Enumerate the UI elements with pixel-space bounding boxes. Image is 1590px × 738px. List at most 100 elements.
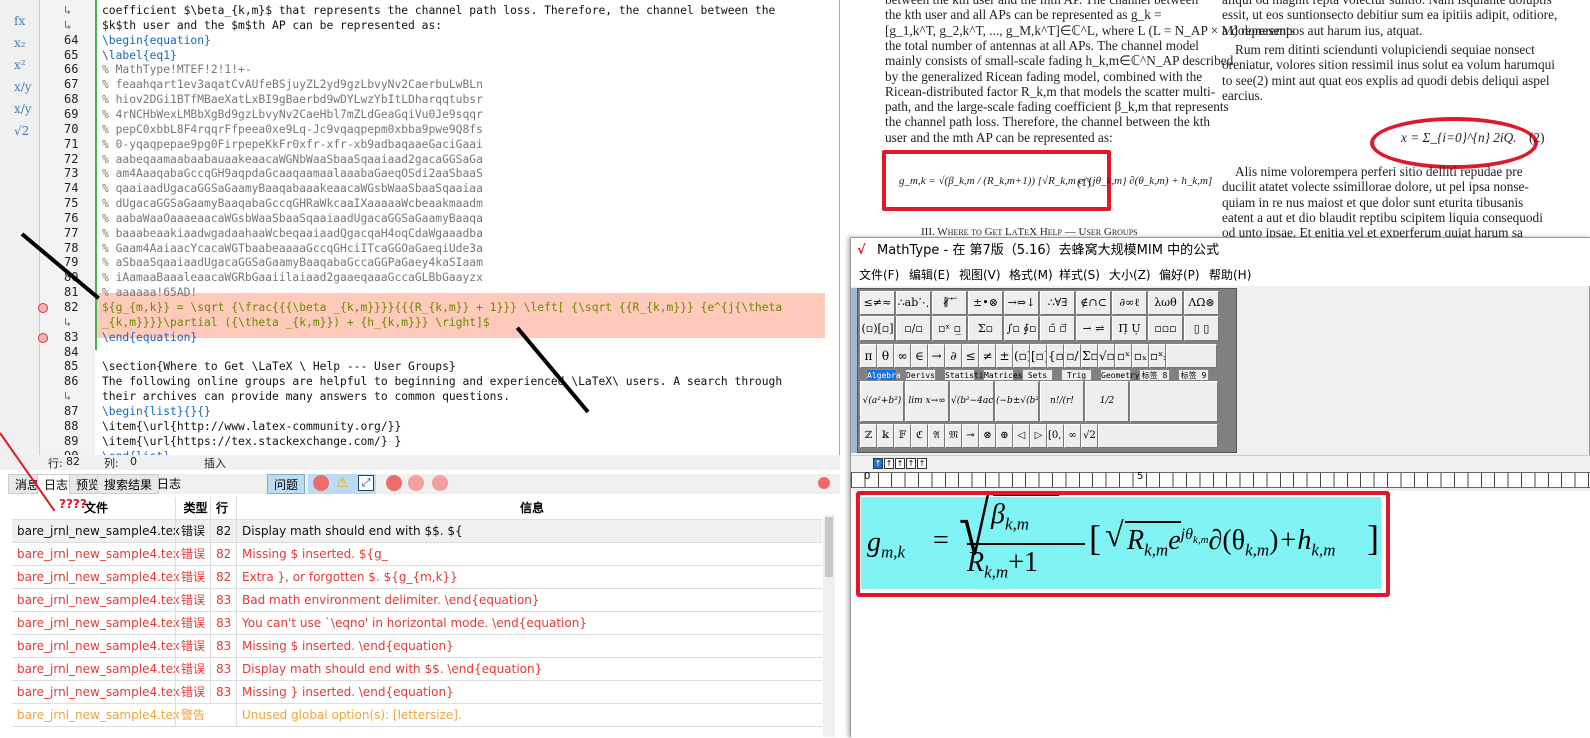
code-line[interactable]: % MathType!MTEF!2!1!+- [102, 62, 252, 77]
palette-button[interactable]: ∞ [894, 344, 911, 368]
code-line[interactable]: coefficient $\beta_{k,m}$ that represent… [102, 3, 775, 18]
palette-button[interactable]: ± [996, 344, 1013, 368]
alignment-button[interactable]: ↑ [895, 458, 905, 469]
col-type[interactable]: 类型 [175, 497, 210, 520]
template-button[interactable]: √(a²+b²) [860, 381, 904, 422]
palette-button[interactable]: (▫)[▫] [860, 316, 895, 341]
palette-button[interactable]: ℭ [911, 424, 928, 448]
code-line[interactable]: % feaahqart1ev3aqatCvAUfeBSjuyZL2yd9gzLb… [102, 77, 483, 92]
close-panel-icon[interactable] [818, 477, 830, 489]
palette-button[interactable]: ℤ [860, 424, 877, 448]
alignment-button[interactable]: ↑ [873, 458, 883, 469]
warnings-filter-icon[interactable]: ⚠ [336, 475, 352, 491]
table-row[interactable]: bare_jrnl_new_sample4.tex 错误 82 Display mat… [12, 520, 822, 543]
code-line[interactable]: \label{eq1} [102, 48, 177, 63]
palette-tab-trig[interactable]: Trig [1061, 369, 1092, 380]
code-line[interactable]: % am4AaaqabaGccqGH9aqpdaGcaaqaamaalaaaba… [102, 166, 483, 181]
code-line[interactable]: \begin{equation} [102, 33, 211, 48]
palette-tab-matrices[interactable]: Matrices [983, 369, 1023, 380]
code-line[interactable]: _{k,m}}}}\partial ({\theta _{k,m}}) + {h… [102, 315, 490, 330]
tab-search-results[interactable]: 搜索结果 [97, 474, 160, 494]
palette-button[interactable]: ▫▫▫ ▦ [1148, 316, 1183, 341]
code-text[interactable]: coefficient $\beta_{k,m}$ that represent… [102, 0, 832, 455]
log-button[interactable]: 日志 [151, 474, 187, 494]
palette-button[interactable]: ∂∞ℓ [1112, 291, 1147, 315]
code-line[interactable]: % aaaaaa!65AD! [102, 285, 197, 300]
palette-button[interactable]: 𝔐 [945, 424, 962, 448]
palette-button[interactable]: ⇀ ⇌ [1076, 316, 1111, 341]
palette-button[interactable]: ⊕ [996, 424, 1013, 448]
remove-all-icon[interactable] [432, 475, 448, 491]
palette-button[interactable]: ▫ˣ ▫̲ [932, 316, 967, 341]
menu-item[interactable]: 偏好(P) [1159, 264, 1200, 286]
code-line[interactable]: their archives can provide many answers … [102, 389, 510, 404]
palette-button[interactable]: ∂ [945, 344, 962, 368]
expand-icon[interactable]: ⤢ [358, 475, 374, 491]
palette-button[interactable]: ∉∩⊂ [1076, 291, 1111, 315]
table-row[interactable]: bare_jrnl_new_sample4.tex 警告 Unused global… [12, 704, 822, 727]
code-line[interactable]: \end{equation} [102, 330, 197, 345]
palette-button[interactable]: 𝕜 [877, 424, 894, 448]
table-row[interactable]: bare_jrnl_new_sample4.tex 错误 82 Extra }, or… [12, 566, 822, 589]
table-row[interactable]: bare_jrnl_new_sample4.tex 错误 83 Missing $ i… [12, 635, 822, 658]
palette-button[interactable]: ◁ [1013, 424, 1030, 448]
code-line[interactable]: % pepC0xbbL8F4rqqrFfpeea0xe9Lq-Jc9vqaqpe… [102, 122, 483, 137]
code-line[interactable]: % aSbaaSqaaiaadUgacaGGSaGaamyBaaqabaGcca… [102, 255, 483, 270]
errors-filter-icon[interactable] [313, 475, 329, 491]
table-row[interactable]: bare_jrnl_new_sample4.tex 错误 83 Display mat… [12, 658, 822, 681]
code-line[interactable]: % aabeqaamaabaabauaakeaacaWGNbWaaSbaaSqa… [102, 152, 483, 167]
palette-button[interactable]: 𝔄 [928, 424, 945, 448]
code-line[interactable]: \begin{list}{}{} [102, 404, 211, 419]
menu-item[interactable]: 文件(F) [859, 264, 899, 286]
code-line[interactable]: % iAamaaBaaaleaacaWGRbGaaiilaiaad2gaaeqa… [102, 270, 483, 285]
table-row[interactable]: bare_jrnl_new_sample4.tex 错误 83 Bad math en… [12, 589, 822, 612]
error-marker-icon[interactable] [38, 332, 48, 343]
error-marker-icon[interactable] [38, 303, 48, 313]
palette-button[interactable]: λωθ [1148, 291, 1183, 315]
palette-tab-sets[interactable]: Sets [1022, 369, 1053, 380]
clear-errors-icon[interactable] [386, 475, 402, 491]
code-line[interactable]: % qaaiaadUgacaGGSaGaamyBaaqabaaakeaacaWG… [102, 181, 483, 196]
palette-button[interactable]: {▫} [1047, 344, 1064, 368]
palette-button[interactable]: 𝔽 [894, 424, 911, 448]
code-line[interactable]: % 0-yqaqpepae9pg0FirpepeKkFr0xfr-xfr-xb9… [102, 137, 483, 152]
problems-button[interactable]: 问题 [267, 474, 306, 494]
palette-button[interactable]: ∈ [911, 344, 928, 368]
palette-button[interactable]: ▫/▫ [1064, 344, 1081, 368]
palette-button[interactable]: → [928, 344, 945, 368]
code-line[interactable]: % hiov2DGi1BTfMBaeXatLxBI9gBaerbd9wDYLwz… [102, 92, 483, 107]
palette-button[interactable]: ∴ab⋱ [896, 291, 931, 315]
menu-item[interactable]: 格式(M) [1009, 264, 1053, 286]
palette-button[interactable]: ▯ ▯ [1184, 316, 1219, 341]
palette-button[interactable]: ≤ [962, 344, 979, 368]
palette-button[interactable]: Π̣ Ụ [1112, 316, 1147, 341]
equation-editing-area[interactable]: gm,k = √ βk,m Rk,m+1 [ √ Rk,mejθk,m∂(θk,… [851, 486, 1590, 738]
palette-button[interactable]: ∦ ⃗ ⃛ [932, 291, 967, 315]
code-line[interactable]: \section{Where to Get \LaTeX \ Help --- … [102, 359, 456, 374]
alignment-button[interactable]: ↑ [884, 458, 894, 469]
palette-tab-algebra[interactable]: Algebra [866, 369, 901, 380]
palette-button[interactable]: [▫] [1030, 344, 1047, 368]
palette-button[interactable]: ∴∀∃ [1040, 291, 1075, 315]
table-row[interactable]: bare_jrnl_new_sample4.tex 错误 83 Missing } i… [12, 681, 822, 704]
palette-button[interactable]: Σ▫ Σ▫ [968, 316, 1003, 341]
symbol-button[interactable]: x/y [14, 80, 32, 94]
table-row[interactable]: bare_jrnl_new_sample4.tex 错误 83 You can't u… [12, 612, 822, 635]
palette-button[interactable]: ⊸ [962, 424, 979, 448]
template-button[interactable]: 1/2 [1085, 381, 1129, 422]
code-line[interactable]: ${g_{m,k}} = \sqrt {\frac{{{\beta _{k,m}… [102, 300, 782, 315]
symbol-button[interactable]: √2 [14, 124, 29, 138]
symbol-button[interactable]: fx [14, 14, 25, 28]
palette-button[interactable]: ⊗ [979, 424, 996, 448]
palette-button[interactable]: ▫̄ ▫⃗ [1040, 316, 1075, 341]
code-line[interactable]: \item{\url{https://tex.stackexchange.com… [102, 434, 401, 449]
palette-button[interactable]: ∫▫ ∮▫ [1004, 316, 1039, 341]
palette-button[interactable]: (▫) [1013, 344, 1030, 368]
palette-button[interactable]: ▫ˣₓ [1149, 344, 1166, 368]
palette-button[interactable]: ▫ₓ [1132, 344, 1149, 368]
code-line[interactable]: \item{\url{http://www.latex-community.or… [102, 419, 401, 434]
col-line[interactable]: 行 [210, 497, 236, 520]
palette-button[interactable]: ▫ˣ [1115, 344, 1132, 368]
table-row[interactable]: bare_jrnl_new_sample4.tex 错误 82 Missing $ i… [12, 543, 822, 566]
palette-button[interactable]: √2 [1081, 424, 1098, 448]
